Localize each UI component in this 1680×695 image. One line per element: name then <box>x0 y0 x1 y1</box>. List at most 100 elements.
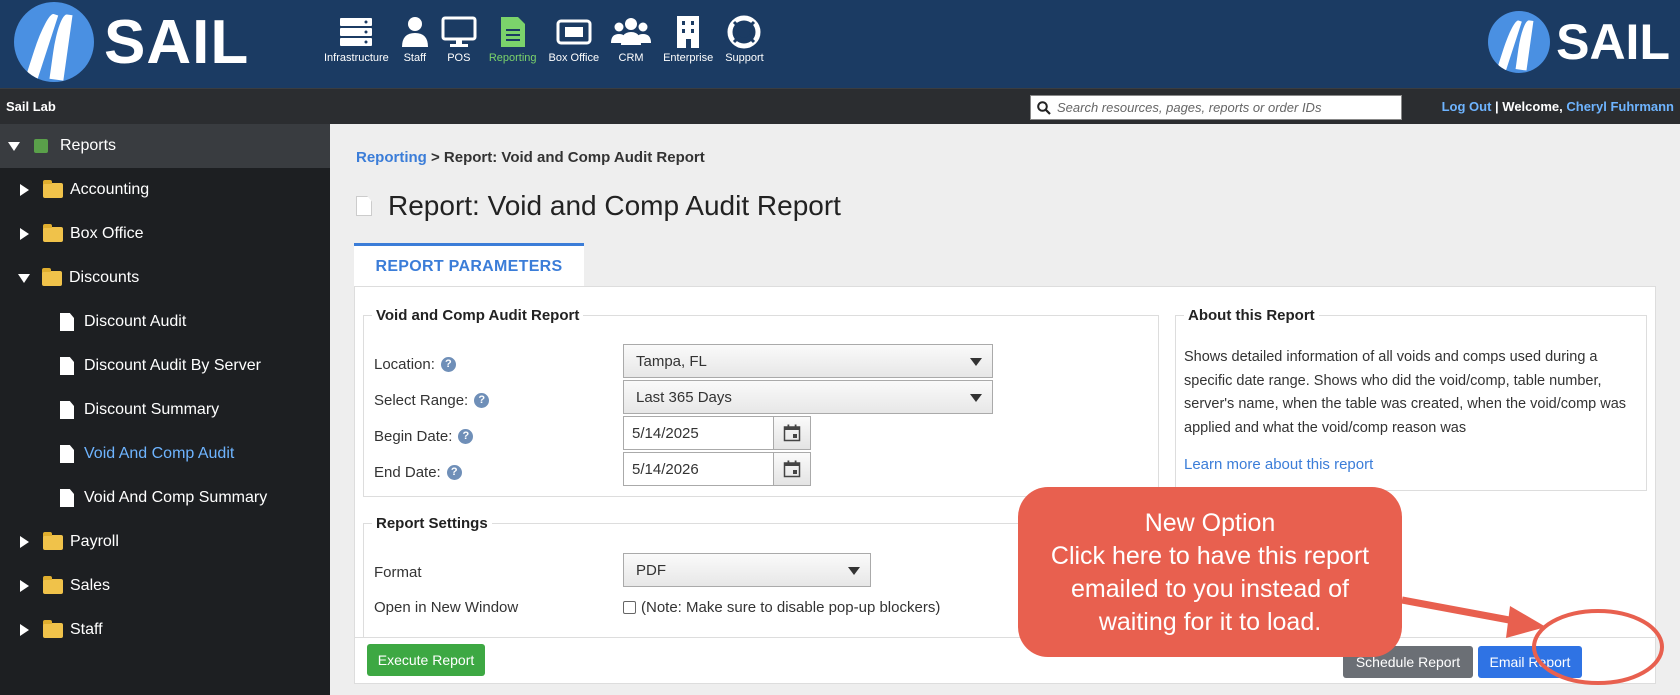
location-label: Location:? <box>374 356 456 373</box>
search-box[interactable] <box>1030 95 1402 120</box>
sidebar-folder-accounting[interactable]: Accounting <box>0 168 330 212</box>
sidebar-folder-discounts[interactable]: Discounts <box>0 256 330 300</box>
sail-logo-mark <box>14 2 94 82</box>
calendar-icon <box>783 424 801 442</box>
module-support[interactable]: Support <box>719 14 770 74</box>
folder-icon <box>43 619 63 638</box>
sidebar-item-label: Discount Audit By Server <box>84 357 261 374</box>
folder-open-icon <box>42 267 62 286</box>
sidebar-item-reports[interactable]: Reports <box>0 124 330 168</box>
action-bar: Execute Report Schedule Report Email Rep… <box>354 638 1656 684</box>
user-separator: | <box>1495 99 1499 114</box>
sail-logo-mark <box>1488 11 1551 73</box>
user-area: Log Out | Welcome, Cheryl Fuhrmann <box>1442 99 1674 114</box>
folder-icon <box>43 575 63 594</box>
help-icon[interactable]: ? <box>458 429 474 444</box>
module-infrastructure[interactable]: Infrastructure <box>318 14 395 74</box>
new-window-label: Open in New Window <box>374 599 519 616</box>
lifebuoy-icon <box>727 14 761 50</box>
ticket-icon <box>556 14 592 50</box>
begin-date-input[interactable]: 5/14/2025 <box>623 416 775 450</box>
document-icon <box>60 357 74 375</box>
email-report-button[interactable]: Email Report <box>1478 646 1582 678</box>
logout-link[interactable]: Log Out <box>1442 99 1492 114</box>
module-reporting[interactable]: Reporting <box>483 14 543 74</box>
begin-date-label-text: Begin Date: <box>374 428 453 445</box>
new-window-note: (Note: Make sure to disable pop-up block… <box>641 599 941 616</box>
breadcrumb-current: > Report: Void and Comp Audit Report <box>431 149 705 166</box>
search-input[interactable] <box>1057 100 1387 115</box>
help-icon[interactable]: ? <box>440 357 456 372</box>
sidebar-item-label: Payroll <box>70 533 119 550</box>
sidebar-item-label: Accounting <box>70 181 150 198</box>
help-icon[interactable]: ? <box>446 465 462 480</box>
module-label: POS <box>447 52 471 64</box>
new-window-checkbox[interactable] <box>623 601 636 614</box>
module-pos[interactable]: POS <box>435 14 483 74</box>
end-date-label: End Date:? <box>374 464 462 481</box>
page-title: Report: Void and Comp Audit Report <box>356 190 841 222</box>
search-icon <box>1037 100 1051 115</box>
document-icon <box>60 313 74 331</box>
sidebar-item-void-and-comp-summary[interactable]: Void And Comp Summary <box>0 476 330 520</box>
building-icon <box>675 14 701 50</box>
fieldset-legend: Report Settings <box>376 515 488 532</box>
sidebar-item-label: Box Office <box>70 225 144 242</box>
end-date-input[interactable]: 5/14/2026 <box>623 452 775 486</box>
module-label: Enterprise <box>663 52 714 64</box>
breadcrumb: Reporting > Report: Void and Comp Audit … <box>356 149 705 166</box>
format-label: Format <box>374 564 422 581</box>
module-staff[interactable]: Staff <box>395 14 435 74</box>
sidebar-item-label: Discount Audit <box>84 313 187 330</box>
format-select[interactable]: PDF <box>623 553 871 587</box>
range-label-text: Select Range: <box>374 392 469 409</box>
report-icon <box>500 14 526 50</box>
breadcrumb-reporting-link[interactable]: Reporting <box>356 149 427 166</box>
person-icon <box>401 14 429 50</box>
learn-more-link[interactable]: Learn more about this report <box>1184 456 1373 473</box>
callout-line: emailed to you instead of <box>1071 575 1349 603</box>
sidebar-folder-box-office[interactable]: Box Office <box>0 212 330 256</box>
caret-right-icon <box>20 228 29 240</box>
calendar-button[interactable] <box>773 416 811 450</box>
help-icon[interactable]: ? <box>474 393 490 408</box>
main-content: Reporting > Report: Void and Comp Audit … <box>330 124 1680 695</box>
sidebar-item-label: Discount Summary <box>84 401 220 418</box>
calendar-icon <box>783 460 801 478</box>
module-label: Box Office <box>548 52 600 64</box>
sidebar-item-label: Sales <box>70 577 111 594</box>
callout-line: waiting for it to load. <box>1098 608 1322 636</box>
new-window-option: (Note: Make sure to disable pop-up block… <box>623 599 940 616</box>
folder-icon <box>43 179 63 198</box>
sidebar-folder-payroll[interactable]: Payroll <box>0 520 330 564</box>
about-description: Shows detailed information of all voids … <box>1184 349 1627 436</box>
calendar-button[interactable] <box>773 452 811 486</box>
reports-icon <box>34 139 48 153</box>
sidebar-folder-sales[interactable]: Sales <box>0 564 330 608</box>
module-box-office[interactable]: Box Office <box>543 14 606 74</box>
caret-right-icon <box>20 536 29 548</box>
parameters-panel: Void and Comp Audit Report Location:? Ta… <box>354 286 1656 639</box>
module-crm[interactable]: CRM <box>605 14 657 74</box>
sidebar-folder-staff[interactable]: Staff <box>0 608 330 652</box>
format-value: PDF <box>636 561 666 579</box>
module-enterprise[interactable]: Enterprise <box>657 14 719 74</box>
execute-report-button[interactable]: Execute Report <box>367 644 485 676</box>
caret-down-icon <box>18 273 30 283</box>
module-label: Staff <box>403 52 427 64</box>
dropdown-arrow-icon <box>970 358 982 366</box>
document-icon <box>60 489 74 507</box>
sail-logo-text: SAIL <box>104 7 250 77</box>
sidebar-item-discount-audit-by-server[interactable]: Discount Audit By Server <box>0 344 330 388</box>
location-select[interactable]: Tampa, FL <box>623 344 993 378</box>
document-icon <box>60 445 74 463</box>
sidebar-item-discount-audit[interactable]: Discount Audit <box>0 300 330 344</box>
sail-logo[interactable]: SAIL <box>14 2 249 82</box>
sidebar-item-discount-summary[interactable]: Discount Summary <box>0 388 330 432</box>
caret-right-icon <box>20 624 29 636</box>
tab-report-parameters[interactable]: REPORT PARAMETERS <box>354 243 584 287</box>
server-icon <box>339 14 373 50</box>
user-name-link[interactable]: Cheryl Fuhrmann <box>1566 99 1674 114</box>
sidebar-item-void-and-comp-audit[interactable]: Void And Comp Audit <box>0 432 330 476</box>
range-select[interactable]: Last 365 Days <box>623 380 993 414</box>
